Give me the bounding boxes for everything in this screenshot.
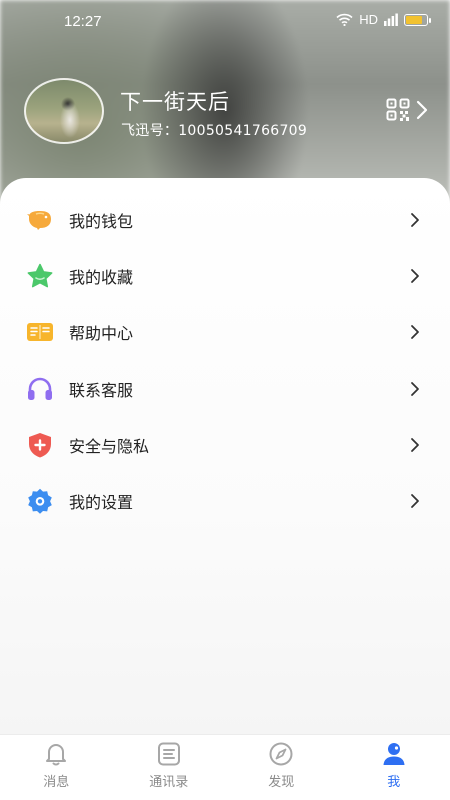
chevron-right-icon (411, 494, 419, 508)
avatar[interactable] (24, 78, 104, 144)
menu-list: 我的钱包 我的收藏 帮助中心 联系客服 安全与隐私 我的设置 (0, 192, 450, 529)
network-type: HD (359, 12, 378, 27)
qr-code-icon (386, 98, 410, 121)
fx-id: 飞迅号：10050541766709 (121, 123, 308, 139)
menu-item-help[interactable]: 帮助中心 (0, 304, 450, 360)
status-bar: 12:27 HD (0, 0, 450, 44)
contacts-icon (157, 742, 180, 766)
compass-icon (269, 742, 293, 766)
tab-me[interactable]: 我 (338, 735, 450, 800)
menu-item-wallet[interactable]: 我的钱包 (0, 192, 450, 248)
tab-messages[interactable]: 消息 (0, 735, 113, 800)
tab-label: 我 (387, 775, 401, 790)
menu-item-settings[interactable]: 我的设置 (0, 473, 450, 529)
menu-item-label: 我的钱包 (69, 212, 134, 232)
menu-item-label: 联系客服 (69, 380, 134, 400)
status-indicators: HD (336, 12, 431, 27)
menu-item-customer-service[interactable]: 联系客服 (0, 361, 450, 417)
tab-label: 通讯录 (149, 775, 189, 790)
chevron-right-icon (411, 269, 419, 284)
chevron-right-icon (416, 100, 428, 120)
user-icon (383, 743, 405, 765)
chevron-right-icon (411, 325, 419, 340)
menu-item-label: 安全与隐私 (69, 436, 150, 456)
chevron-right-icon (411, 437, 419, 452)
menu-item-label: 帮助中心 (69, 324, 134, 344)
status-time: 12:27 (64, 13, 102, 30)
tab-discover[interactable]: 发现 (225, 735, 338, 800)
shield-icon (26, 431, 54, 459)
tab-label: 发现 (268, 775, 295, 790)
headphones-icon (26, 375, 54, 403)
qr-code-button[interactable] (386, 98, 428, 122)
signal-icon (384, 13, 398, 26)
battery-icon (404, 13, 431, 26)
bottom-tab-bar: 消息 通讯录 发现 我 (0, 734, 450, 800)
wallet-icon (26, 206, 54, 234)
nickname: 下一街天后 (120, 90, 230, 114)
help-book-icon (26, 318, 54, 346)
wifi-icon (336, 13, 353, 26)
profile-header[interactable]: 下一街天后 飞迅号：10050541766709 (24, 78, 434, 148)
tab-label: 消息 (43, 775, 70, 790)
gear-icon (26, 487, 54, 515)
menu-item-favorites[interactable]: 我的收藏 (0, 248, 450, 304)
chevron-right-icon (411, 213, 419, 227)
tab-contacts[interactable]: 通讯录 (113, 735, 226, 800)
chevron-right-icon (411, 381, 419, 396)
menu-item-label: 我的收藏 (69, 268, 134, 288)
menu-panel: 我的钱包 我的收藏 帮助中心 联系客服 安全与隐私 我的设置 (0, 178, 450, 734)
menu-item-label: 我的设置 (69, 493, 134, 513)
bell-icon (46, 744, 67, 766)
star-icon (26, 262, 54, 290)
menu-item-security-privacy[interactable]: 安全与隐私 (0, 417, 450, 473)
